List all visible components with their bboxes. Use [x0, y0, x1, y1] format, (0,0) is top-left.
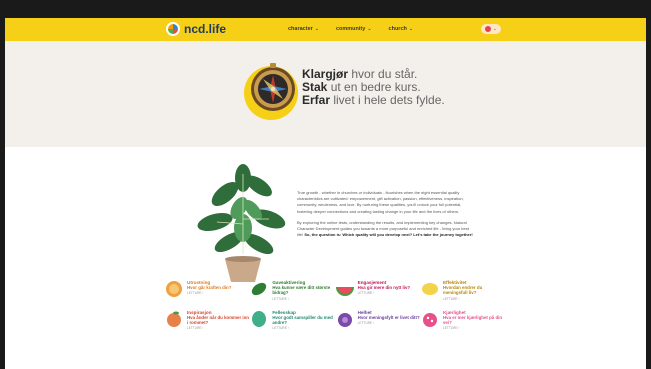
quality-card-engasjement[interactable]: Engasjement Hva gir mere din nytt liv? L…: [335, 280, 420, 301]
hero-line-1-bold: Klargjør: [302, 67, 349, 81]
nav-item-character[interactable]: character ⌄: [288, 26, 319, 32]
orange-fruit-icon: [166, 281, 182, 297]
quality-question: Hva gir mere din nytt liv?: [357, 285, 411, 290]
quality-text: Kjærlighet Hva er mer kjærlighet på din …: [443, 310, 505, 331]
nav-item-community[interactable]: community ⌄: [336, 26, 372, 32]
quality-question: Hva ånder når du kommer inn i rommet?: [187, 314, 249, 325]
plant-illustration: [197, 164, 286, 282]
quality-question: Hva kunne være ditt største bidrag?: [272, 285, 331, 296]
about-section: True growth - whether in churches or ind…: [5, 147, 646, 294]
language-selector[interactable]: ⌄: [481, 24, 501, 34]
qualities-grid: Utrustning Hvor går kraften din? LETTURE…: [165, 280, 505, 339]
lemon-icon: [421, 283, 438, 295]
quality-text: Utrustning Hvor går kraften din? LETTURE…: [187, 280, 231, 301]
logo-icon: [166, 22, 180, 36]
quality-card-gaveaktivering[interactable]: Gaveaktivering Hva kunne være ditt størs…: [250, 280, 334, 301]
quality-link[interactable]: LETTURE ›: [187, 291, 231, 295]
quality-link[interactable]: LETTURE ›: [358, 321, 420, 325]
flag-icon: [485, 26, 492, 32]
hero-line-2-rest: ut en bedre kurs.: [327, 80, 421, 94]
quality-card-helhet[interactable]: Helhet Hvor meningsfylt er livet ditt? L…: [336, 310, 420, 331]
quality-question: Hvor går kraften din?: [187, 285, 232, 290]
hero-line-3: Erfar livet i hele dets fylde.: [302, 94, 445, 107]
about-call-to-action: So, the question is: Which quality will …: [304, 232, 473, 238]
logo-text: ncd.life: [184, 22, 227, 36]
quality-card-fellesskap[interactable]: Fellesskap Hvor godt samspiller du med a…: [250, 310, 334, 331]
quality-question: Hvor godt samspiller du med andre?: [272, 314, 333, 325]
main-nav: character ⌄ community ⌄ church ⌄: [288, 26, 430, 32]
quality-question: Hvordan endrer du meningsfull liv?: [442, 285, 483, 296]
nav-item-church[interactable]: church ⌄: [389, 26, 414, 32]
quality-text: Helhet Hvor meningsfylt er livet ditt? L…: [358, 310, 420, 331]
qualities-row: Utrustning Hvor går kraften din? LETTURE…: [165, 280, 505, 301]
quality-card-kjaerlighet[interactable]: Kjærlighet Hva er mer kjærlighet på din …: [421, 310, 505, 331]
quality-link[interactable]: LETTURE ›: [443, 297, 505, 301]
apricot-icon: [167, 311, 181, 327]
quality-text: Gaveaktivering Hva kunne være ditt størs…: [272, 280, 334, 301]
chevron-down-icon: ⌄: [493, 26, 497, 31]
quality-link[interactable]: LETTURE ›: [187, 326, 249, 330]
nav-item-label: community: [335, 26, 366, 32]
about-paragraph-2: By exploring the online tests, understan…: [297, 220, 475, 239]
chevron-down-icon: ⌄: [367, 26, 372, 32]
compass-icon: [244, 63, 298, 120]
watermelon-icon: [335, 286, 354, 296]
berry-icon: [422, 312, 437, 327]
site-logo[interactable]: ncd.life: [166, 22, 226, 36]
hero-line-3-rest: livet i hele dets fylde.: [330, 93, 445, 107]
quality-link[interactable]: LETTURE ›: [272, 326, 334, 330]
quality-question: Hvor meningsfylt er livet ditt?: [357, 314, 420, 320]
about-paragraph-1: True growth - whether in churches or ind…: [297, 190, 464, 214]
hero-tagline: Klargjør hvor du står. Stak ut en bedre …: [302, 68, 445, 107]
quality-link[interactable]: LETTURE ›: [272, 297, 334, 301]
quality-card-utrustning[interactable]: Utrustning Hvor går kraften din? LETTURE…: [165, 280, 249, 301]
quality-text: Engasjement Hva gir mere din nytt liv? L…: [358, 280, 410, 301]
quality-text: Inspirasjon Hva ånder når du kommer inn …: [187, 310, 249, 331]
quality-text: Effektivitet Hvordan endrer du meningsfu…: [443, 280, 505, 301]
chevron-down-icon: ⌄: [408, 26, 414, 32]
hero-line-1-rest: hvor du står.: [348, 67, 418, 81]
quality-card-effektivitet[interactable]: Effektivitet Hvordan endrer du meningsfu…: [421, 280, 505, 301]
quality-link[interactable]: LETTURE ›: [358, 291, 410, 295]
quality-card-inspirasjon[interactable]: Inspirasjon Hva ånder når du kommer inn …: [165, 310, 249, 331]
nav-item-label: character: [288, 26, 313, 32]
leaf-icon: [252, 282, 267, 296]
hero-line-2-bold: Stak: [302, 80, 328, 94]
fig-icon: [337, 312, 352, 327]
hero-section: Klargjør hvor du står. Stak ut en bedre …: [5, 41, 646, 147]
hero-line-3-bold: Erfar: [302, 93, 331, 107]
chevron-down-icon: ⌄: [314, 26, 319, 32]
green-leaf-icon: [252, 310, 267, 327]
about-text: True growth - whether in churches or ind…: [297, 190, 475, 243]
site-header: ncd.life character ⌄ community ⌄ church ⌄ ⌄: [5, 18, 646, 41]
quality-question: Hva er mer kjærlighet på din vei?: [442, 314, 503, 325]
nav-item-label: church: [388, 26, 407, 32]
qualities-row: Inspirasjon Hva ånder når du kommer inn …: [165, 310, 505, 331]
browser-frame: ncd.life character ⌄ community ⌄ church ⌄ ⌄: [0, 0, 651, 369]
quality-text: Fellesskap Hvor godt samspiller du med a…: [272, 310, 334, 331]
quality-link[interactable]: LETTURE ›: [443, 326, 505, 330]
